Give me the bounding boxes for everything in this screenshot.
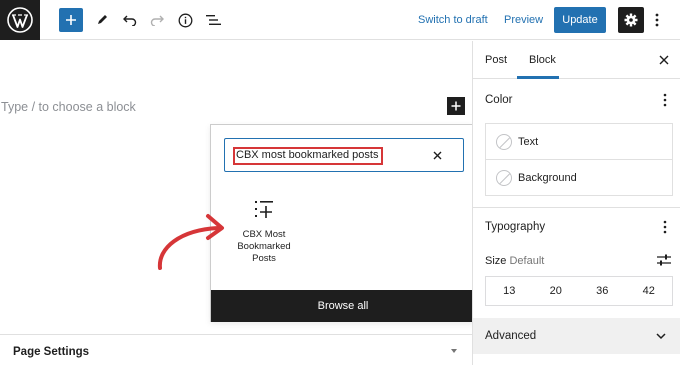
block-result-label-line1: CBX Most [242, 229, 286, 240]
block-result-cbx-most-bookmarked-posts[interactable]: CBX Most Bookmarked Posts [231, 197, 297, 265]
update-button[interactable]: Update [554, 7, 606, 33]
font-size-option[interactable]: 42 [626, 277, 673, 305]
color-panel-title: Color [485, 94, 513, 106]
color-options-icon[interactable] [663, 93, 667, 107]
search-input-value[interactable]: CBX most bookmarked posts [236, 149, 378, 161]
font-size-option[interactable]: 20 [533, 277, 580, 305]
undo-icon [123, 15, 137, 26]
advanced-panel-toggle[interactable]: Advanced [473, 318, 680, 354]
editor-toolbar: Switch to draft Preview Update [0, 0, 680, 40]
block-result-label-line2: Bookmarked [237, 241, 291, 252]
sliders-icon[interactable] [656, 253, 672, 267]
wordpress-logo-button[interactable] [0, 0, 40, 40]
list-view-button[interactable] [201, 7, 225, 33]
switch-to-draft-button[interactable]: Switch to draft [418, 8, 488, 32]
page-settings-label: Page Settings [13, 346, 90, 358]
block-placeholder[interactable]: Type / to choose a block [1, 100, 136, 114]
more-vertical-icon [655, 13, 659, 27]
undo-button[interactable] [118, 7, 142, 33]
font-size-label: Size Default [485, 255, 544, 267]
page-settings-panel[interactable]: Page Settings [0, 334, 472, 365]
chevron-down-icon [656, 333, 666, 340]
tab-post[interactable]: Post [485, 54, 507, 66]
active-tab-indicator [517, 76, 559, 79]
plus-icon [451, 101, 461, 111]
pencil-icon [98, 15, 107, 24]
wordpress-logo-icon [7, 7, 33, 33]
empty-color-swatch-icon [496, 134, 512, 150]
background-color-label: Background [518, 172, 577, 184]
typography-panel-title: Typography [485, 221, 546, 233]
block-inserter-popover: CBX most bookmarked posts CBX Most Bookm… [210, 124, 476, 322]
close-sidebar-icon[interactable] [658, 54, 670, 66]
annotation-arrow-icon [157, 214, 224, 270]
text-color-label: Text [518, 136, 539, 148]
list-plus-icon [255, 201, 273, 218]
gear-icon [624, 13, 638, 27]
settings-button[interactable] [618, 7, 644, 33]
typography-options-icon[interactable] [663, 220, 667, 234]
panel-divider [473, 207, 680, 208]
plus-icon [66, 15, 76, 25]
sidebar-tabs: Post Block [473, 41, 680, 79]
details-button[interactable] [173, 7, 197, 33]
browse-all-button[interactable]: Browse all [211, 290, 475, 322]
caret-down-icon[interactable] [451, 349, 457, 353]
block-inserter-button[interactable] [59, 8, 83, 32]
font-size-current: Default [509, 255, 545, 267]
preview-button[interactable]: Preview [504, 8, 543, 32]
font-size-picker: 13 20 36 42 [485, 276, 673, 306]
tools-button[interactable] [90, 7, 114, 33]
font-size-option[interactable]: 36 [579, 277, 626, 305]
block-result-label-line3: Posts [252, 253, 276, 264]
redo-icon [150, 15, 164, 26]
info-icon [178, 13, 192, 27]
options-menu-button[interactable] [651, 7, 663, 33]
text-color-option[interactable]: Text [486, 124, 672, 160]
add-block-button[interactable] [447, 97, 465, 115]
advanced-panel-title: Advanced [485, 330, 537, 342]
empty-color-swatch-icon [496, 170, 512, 186]
clear-search-button[interactable] [429, 147, 445, 163]
block-search-input[interactable]: CBX most bookmarked posts [224, 138, 464, 172]
tab-block[interactable]: Block [529, 54, 556, 66]
font-size-option[interactable]: 13 [486, 277, 533, 305]
color-settings-box: Text Background [485, 123, 673, 196]
redo-button[interactable] [145, 7, 169, 33]
settings-sidebar: Post Block Color Text Background Typogra… [472, 41, 680, 365]
font-size-title: Size [485, 255, 507, 267]
background-color-option[interactable]: Background [486, 160, 672, 196]
list-view-icon [205, 15, 221, 25]
close-icon [433, 151, 441, 159]
